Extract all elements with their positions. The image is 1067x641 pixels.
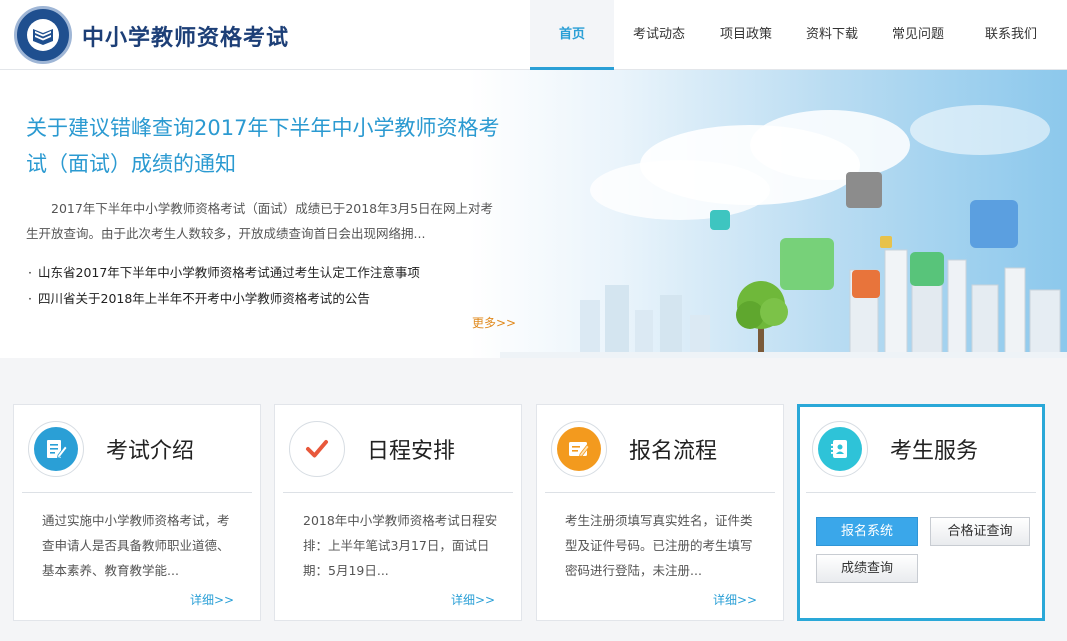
- card-more-link[interactable]: 详细>>: [713, 591, 757, 608]
- logo-emblem-icon: [27, 19, 59, 51]
- divider: [545, 492, 775, 493]
- card-title: 考试介绍: [106, 439, 195, 464]
- registration-system-button[interactable]: 报名系统: [816, 517, 918, 546]
- document-edit-icon: [34, 427, 78, 471]
- card-icon-ring: [289, 421, 345, 477]
- main-nav: 首页 考试动态 项目政策 资料下载 常见问题 联系我们: [530, 0, 1062, 70]
- banner-headline[interactable]: 关于建议错峰查询2017年下半年中小学教师资格考试（面试）成绩的通知: [26, 110, 506, 182]
- card-exam-intro: 考试介绍 通过实施中小学教师资格考试，考查申请人是否具备教师职业道德、基本素养、…: [13, 404, 261, 621]
- checkmark-icon: [295, 427, 339, 471]
- card-description: 考生注册须填写真实姓名，证件类型及证件号码。已注册的考生填写密码进行登陆，未注册…: [565, 513, 753, 578]
- card-more-link[interactable]: 详细>>: [451, 591, 495, 608]
- site-logo[interactable]: [14, 6, 72, 64]
- hero-banner: 关于建议错峰查询2017年下半年中小学教师资格考试（面试）成绩的通知 2017年…: [0, 70, 1067, 358]
- card-candidate-service: 考生服务 报名系统 合格证查询 成绩查询: [797, 404, 1045, 621]
- top-header: 中小学教师资格考试 首页 考试动态 项目政策 资料下载 常见问题 联系我们: [0, 0, 1067, 70]
- news-item[interactable]: · 山东省2017年下半年中小学教师资格考试通过考生认定工作注意事项: [28, 260, 498, 286]
- nav-policies[interactable]: 项目政策: [704, 0, 788, 70]
- news-item[interactable]: · 四川省关于2018年上半年不开考中小学教师资格考试的公告: [28, 286, 498, 312]
- nav-contact[interactable]: 联系我们: [960, 0, 1062, 70]
- card-description: 2018年中小学教师资格考试日程安排：上半年笔试3月17日，面试日期：5月19日…: [303, 513, 498, 578]
- form-fill-icon: [557, 427, 601, 471]
- card-schedule: 日程安排 2018年中小学教师资格考试日程安排：上半年笔试3月17日，面试日期：…: [274, 404, 522, 621]
- card-title: 考生服务: [890, 439, 979, 464]
- divider: [283, 492, 513, 493]
- card-more-link[interactable]: 详细>>: [190, 591, 234, 608]
- nav-home[interactable]: 首页: [530, 0, 614, 70]
- banner-summary: 2017年下半年中小学教师资格考试（面试）成绩已于2018年3月5日在网上对考生…: [26, 201, 494, 241]
- bullet-icon: ·: [28, 265, 32, 280]
- card-icon-ring: [28, 421, 84, 477]
- contact-book-icon: [818, 427, 862, 471]
- more-news-link[interactable]: 更多>>: [472, 314, 516, 331]
- nav-faq[interactable]: 常见问题: [876, 0, 960, 70]
- divider: [806, 492, 1036, 493]
- nav-downloads[interactable]: 资料下载: [788, 0, 876, 70]
- card-registration-process: 报名流程 考生注册须填写真实姓名，证件类型及证件号码。已注册的考生填写密码进行登…: [536, 404, 784, 621]
- site-title: 中小学教师资格考试: [82, 26, 290, 51]
- news-item-text: 四川省关于2018年上半年不开考中小学教师资格考试的公告: [38, 291, 370, 306]
- card-icon-ring: [551, 421, 607, 477]
- certificate-query-button[interactable]: 合格证查询: [930, 517, 1030, 546]
- card-icon-ring: [812, 421, 868, 477]
- divider: [22, 492, 252, 493]
- card-description: 通过实施中小学教师资格考试，考查申请人是否具备教师职业道德、基本素养、教育教学能…: [42, 513, 230, 578]
- news-item-text: 山东省2017年下半年中小学教师资格考试通过考生认定工作注意事项: [38, 265, 420, 280]
- nav-exam-news[interactable]: 考试动态: [614, 0, 704, 70]
- card-title: 报名流程: [629, 439, 718, 464]
- news-list: · 山东省2017年下半年中小学教师资格考试通过考生认定工作注意事项 · 四川省关于…: [28, 260, 498, 312]
- card-title: 日程安排: [367, 439, 456, 464]
- score-query-button[interactable]: 成绩查询: [816, 554, 918, 583]
- bullet-icon: ·: [28, 291, 32, 306]
- city-illustration: [500, 105, 1067, 358]
